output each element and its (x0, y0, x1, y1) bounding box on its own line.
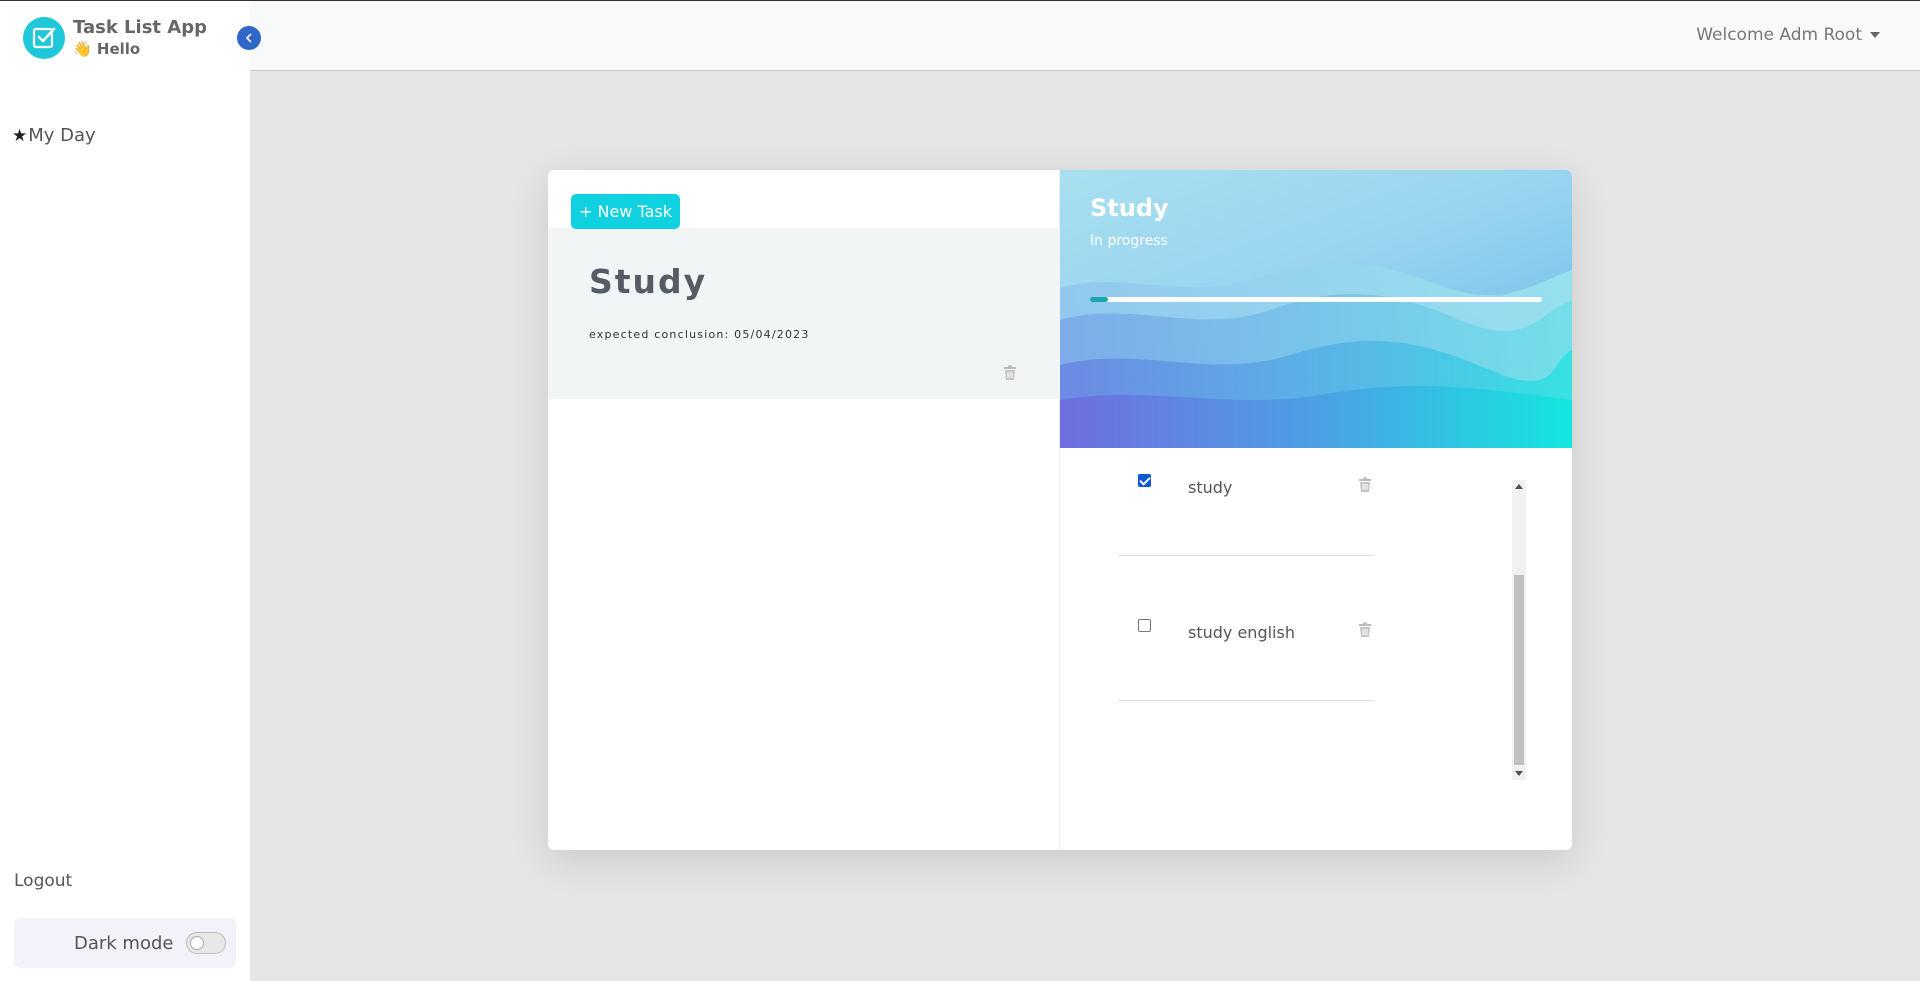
trash-icon[interactable] (1358, 477, 1372, 497)
trash-icon[interactable] (1358, 622, 1372, 642)
toggle-knob (190, 936, 204, 950)
task-card: + New Task Study expected conclusion: 05… (548, 170, 1572, 850)
app-title: Task List App (73, 17, 207, 38)
subtask-list: study study english (1060, 448, 1572, 850)
scroll-thumb[interactable] (1514, 575, 1524, 765)
subtask-checkbox[interactable] (1138, 619, 1151, 632)
checkbox-logo-icon (23, 17, 65, 59)
scroll-up-arrow-icon[interactable] (1515, 484, 1523, 489)
task-expected-date: expected conclusion: 05/04/2023 (589, 328, 810, 341)
subtask-item: study english (1118, 607, 1373, 701)
subtask-scrollbar[interactable] (1512, 480, 1526, 780)
task-title: Study (589, 262, 708, 301)
chevron-left-icon (246, 33, 252, 43)
sidebar-item-my-day[interactable]: ★ My Day (12, 125, 96, 146)
subtask-label: study (1188, 478, 1233, 497)
star-icon: ★ (12, 125, 28, 146)
new-task-button[interactable]: + New Task (571, 194, 681, 229)
greeting: 👋 Hello (73, 40, 141, 58)
dark-mode-toggle[interactable] (186, 932, 226, 954)
task-detail-pane: Study In progress study study english (1060, 170, 1572, 850)
subtask-label: study english (1188, 623, 1295, 642)
user-menu[interactable]: Welcome Adm Root (1696, 25, 1880, 45)
scroll-down-arrow-icon[interactable] (1515, 771, 1523, 776)
logout-link[interactable]: Logout (14, 871, 72, 891)
subtask-item: study (1118, 462, 1373, 556)
brand: Task List App 👋 Hello (23, 17, 207, 59)
detail-status: In progress (1090, 233, 1168, 249)
detail-title: Study (1090, 194, 1169, 222)
task-item[interactable]: Study expected conclusion: 05/04/2023 (548, 228, 1060, 399)
task-list-pane: + New Task Study expected conclusion: 05… (548, 170, 1060, 850)
task-detail-header: Study In progress (1060, 170, 1572, 448)
sidebar-item-label: My Day (28, 125, 96, 146)
top-bar: Welcome Adm Root (250, 0, 1920, 71)
progress-fill (1090, 297, 1109, 302)
progress-bar (1090, 297, 1542, 302)
collapse-sidebar-button[interactable] (237, 26, 261, 50)
trash-icon[interactable] (1003, 365, 1017, 385)
caret-down-icon (1870, 32, 1880, 38)
welcome-text: Welcome Adm Root (1696, 25, 1862, 45)
subtask-checkbox[interactable] (1138, 474, 1151, 487)
dark-mode-panel: Dark mode (14, 918, 236, 968)
sidebar: Task List App 👋 Hello ★ My Day Logout Da… (0, 0, 250, 981)
dark-mode-label: Dark mode (74, 932, 174, 954)
